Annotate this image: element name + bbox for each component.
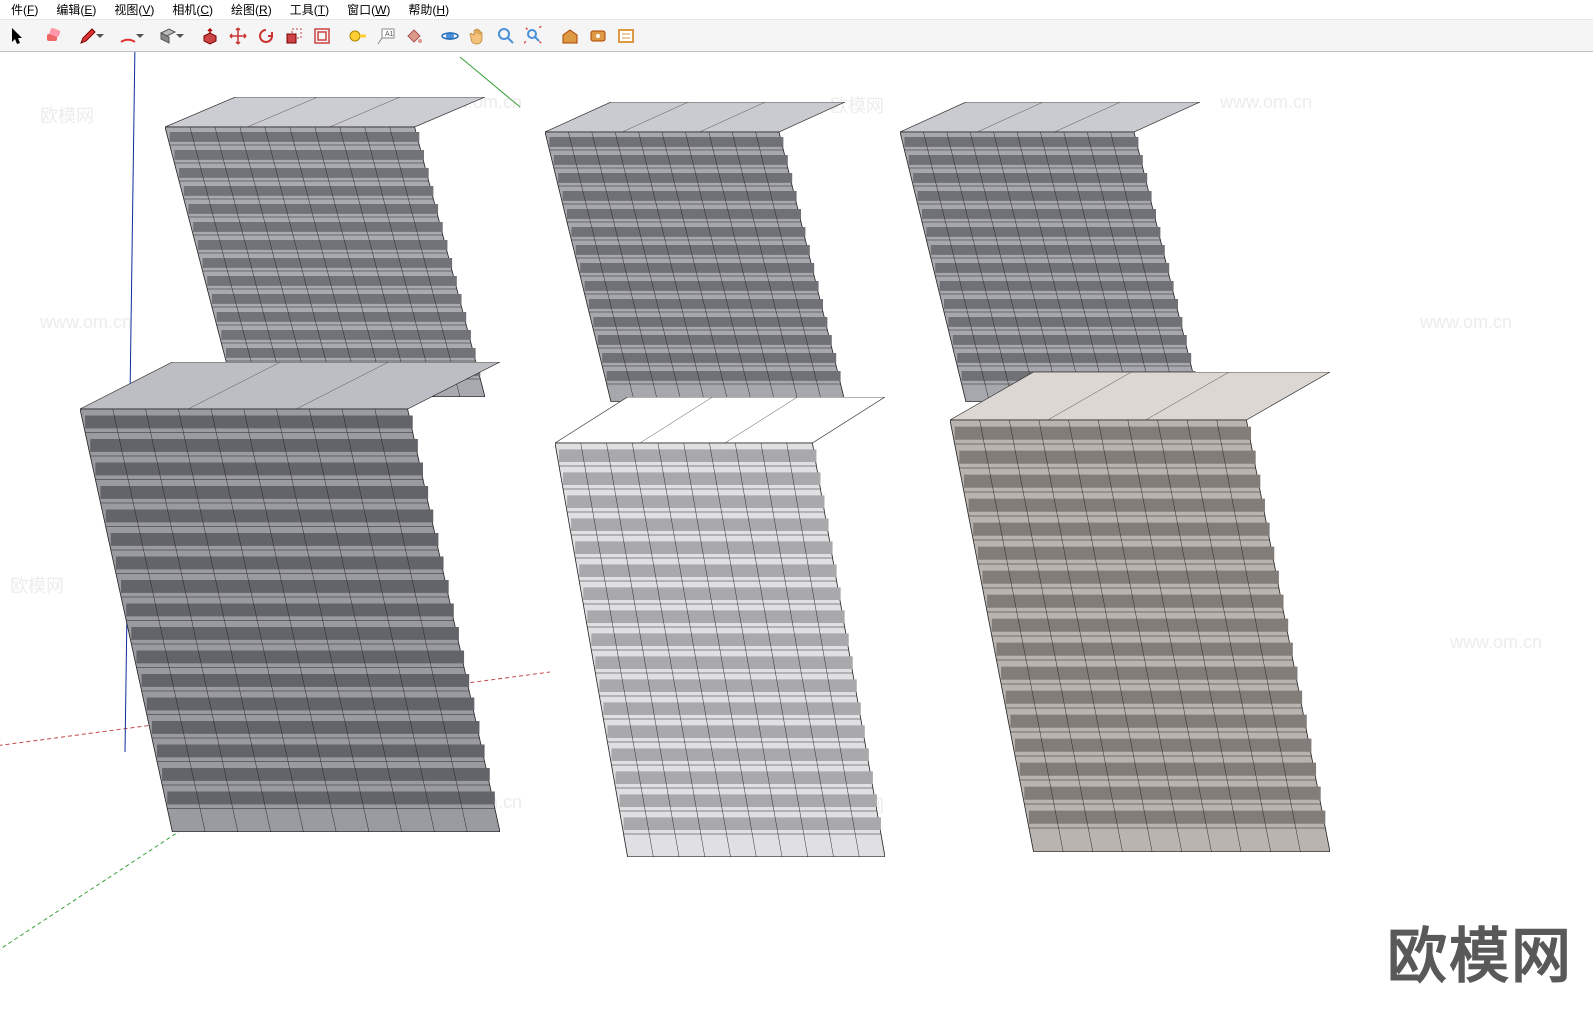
pencil-tool[interactable]: [68, 23, 108, 49]
paint-tool[interactable]: [400, 23, 428, 49]
building-model[interactable]: [950, 372, 1330, 852]
move-tool[interactable]: [224, 23, 252, 49]
menu-camera[interactable]: 相机(C): [163, 0, 222, 20]
menu-label: 窗口(W): [347, 3, 390, 17]
menubar: 件(F) 编辑(E) 视图(V) 相机(C) 绘图(R) 工具(T) 窗口(W)…: [0, 0, 1593, 20]
zoom-extents-tool[interactable]: [520, 23, 548, 49]
menu-edit[interactable]: 编辑(E): [47, 0, 105, 20]
zoom-extents-icon: [524, 26, 544, 46]
menu-label: 编辑(E): [56, 3, 96, 17]
zoom-tool[interactable]: [492, 23, 520, 49]
warehouse-tool[interactable]: [556, 23, 584, 49]
eraser-icon: [44, 26, 64, 46]
menu-help[interactable]: 帮助(H): [399, 0, 458, 20]
svg-text:A1: A1: [385, 31, 394, 38]
layout-icon: [616, 26, 636, 46]
menu-file[interactable]: 件(F): [2, 0, 47, 20]
model-scene: [0, 52, 1593, 1009]
tape-tool[interactable]: [344, 23, 372, 49]
arc-icon: [118, 26, 138, 46]
viewport[interactable]: 欧模网 www.om.cn 欧模网 www.om.cn www.om.cn ww…: [0, 52, 1593, 1009]
menu-draw[interactable]: 绘图(R): [222, 0, 281, 20]
arc-tool[interactable]: [108, 23, 148, 49]
rectangle-icon: [158, 26, 178, 46]
arrow-icon: [8, 26, 28, 46]
eraser-tool[interactable]: [40, 23, 68, 49]
rotate-tool[interactable]: [252, 23, 280, 49]
building-model[interactable]: [545, 102, 845, 402]
building-model[interactable]: [555, 397, 885, 857]
tape-icon: [348, 26, 368, 46]
text-tool[interactable]: A1: [372, 23, 400, 49]
rotate-icon: [256, 26, 276, 46]
menu-label: 帮助(H): [408, 3, 449, 17]
move-icon: [228, 26, 248, 46]
menu-label: 绘图(R): [231, 3, 272, 17]
extension-tool[interactable]: [584, 23, 612, 49]
menu-tools[interactable]: 工具(T): [281, 0, 338, 20]
toolbar: A1: [0, 20, 1593, 52]
building-model[interactable]: [80, 362, 500, 832]
building-model[interactable]: [165, 97, 485, 397]
paint-icon: [404, 26, 424, 46]
orbit-tool[interactable]: [436, 23, 464, 49]
pencil-icon: [78, 26, 98, 46]
warehouse-icon: [560, 26, 580, 46]
orbit-icon: [440, 26, 460, 46]
zoom-icon: [496, 26, 516, 46]
pushpull-tool[interactable]: [196, 23, 224, 49]
offset-icon: [312, 26, 332, 46]
pan-icon: [468, 26, 488, 46]
rectangle-tool[interactable]: [148, 23, 188, 49]
menu-label: 件(F): [11, 3, 38, 17]
menu-label: 相机(C): [172, 3, 213, 17]
menu-label: 视图(V): [114, 3, 154, 17]
scale-tool[interactable]: [280, 23, 308, 49]
menu-view[interactable]: 视图(V): [105, 0, 163, 20]
layout-tool[interactable]: [612, 23, 640, 49]
text-icon: A1: [376, 26, 396, 46]
menu-window[interactable]: 窗口(W): [338, 0, 399, 20]
pushpull-icon: [200, 26, 220, 46]
offset-tool[interactable]: [308, 23, 336, 49]
scale-icon: [284, 26, 304, 46]
building-model[interactable]: [900, 102, 1200, 402]
menu-label: 工具(T): [290, 3, 329, 17]
pan-tool[interactable]: [464, 23, 492, 49]
extension-icon: [588, 26, 608, 46]
select-tool[interactable]: [4, 23, 32, 49]
